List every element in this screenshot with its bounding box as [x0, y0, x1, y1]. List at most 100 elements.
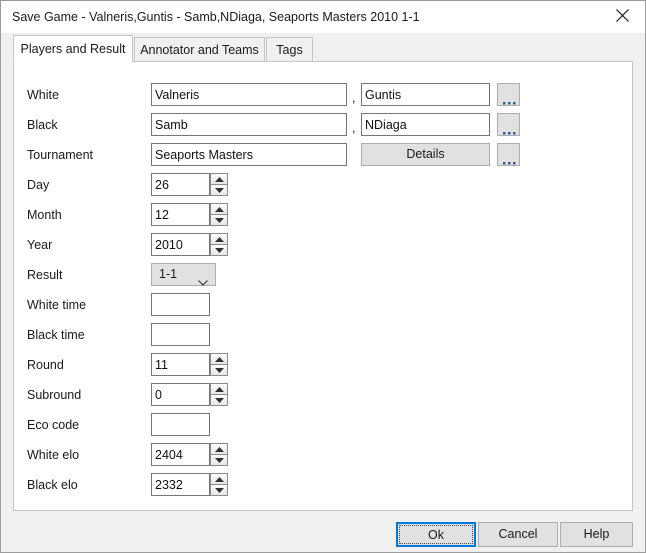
spinner-down-button[interactable]	[210, 184, 228, 196]
tournament-input[interactable]	[151, 143, 347, 166]
tab-annotator-and-teams[interactable]: Annotator and Teams	[134, 37, 265, 63]
spinner-down-button[interactable]	[210, 364, 228, 376]
result-dropdown[interactable]: 1-1	[151, 263, 216, 286]
month-spinner[interactable]	[210, 203, 228, 226]
spinner-up-button[interactable]	[210, 173, 228, 185]
spinner-up-button[interactable]	[210, 383, 228, 395]
white-browse-button[interactable]	[497, 83, 520, 106]
label-white-time: White time	[27, 298, 87, 312]
label-eco-code: Eco code	[27, 418, 80, 432]
form-row-tournament: Tournament Details	[14, 142, 632, 172]
title-bar: Save Game - Valneris,Guntis - Samb,NDiag…	[1, 1, 645, 33]
caret-down-icon	[215, 367, 224, 373]
day-spinner[interactable]	[210, 173, 228, 196]
white-time-input[interactable]	[151, 293, 210, 316]
tab-strip: Players and Result Annotator and Teams T…	[1, 33, 645, 63]
caret-up-icon	[215, 207, 224, 212]
caret-up-icon	[215, 237, 224, 242]
black-lastname-input[interactable]	[151, 113, 347, 136]
cancel-button[interactable]: Cancel	[478, 522, 558, 547]
caret-up-icon	[215, 387, 224, 392]
label-year: Year	[27, 238, 53, 252]
details-label: Details	[406, 147, 445, 161]
players-and-result-panel: White , Black ,	[13, 61, 633, 511]
spinner-down-button[interactable]	[210, 214, 228, 226]
caret-down-icon	[215, 397, 224, 403]
form-row-white: White ,	[14, 82, 632, 112]
spinner-down-button[interactable]	[210, 454, 228, 466]
spinner-down-button[interactable]	[210, 244, 228, 256]
label-month: Month	[27, 208, 62, 222]
result-selected-value: 1-1	[159, 267, 178, 281]
eco-code-input[interactable]	[151, 413, 210, 436]
cancel-label: Cancel	[498, 527, 538, 541]
subround-input[interactable]	[151, 383, 210, 406]
tournament-details-button[interactable]: Details	[361, 143, 490, 166]
spinner-up-button[interactable]	[210, 353, 228, 365]
white-elo-input[interactable]	[151, 443, 210, 466]
form-row-round: Round	[14, 352, 632, 382]
form-row-month: Month	[14, 202, 632, 232]
spinner-up-button[interactable]	[210, 473, 228, 485]
tab-label: Tags	[276, 43, 303, 57]
help-button[interactable]: Help	[560, 522, 633, 547]
label-tournament: Tournament	[27, 148, 94, 162]
black-firstname-input[interactable]	[361, 113, 490, 136]
black-elo-spinner[interactable]	[210, 473, 228, 496]
label-result: Result	[27, 268, 63, 282]
name-separator: ,	[352, 91, 356, 105]
round-spinner[interactable]	[210, 353, 228, 376]
white-lastname-input[interactable]	[151, 83, 347, 106]
label-white-elo: White elo	[27, 448, 80, 462]
ellipsis-icon	[503, 94, 516, 108]
form-row-white-time: White time	[14, 292, 632, 322]
black-browse-button[interactable]	[497, 113, 520, 136]
caret-up-icon	[215, 177, 224, 182]
spinner-up-button[interactable]	[210, 233, 228, 245]
caret-down-icon	[215, 457, 224, 463]
day-input[interactable]	[151, 173, 210, 196]
spinner-up-button[interactable]	[210, 203, 228, 215]
form-row-black: Black ,	[14, 112, 632, 142]
label-round: Round	[27, 358, 64, 372]
close-button[interactable]	[600, 1, 645, 32]
ok-button[interactable]: Ok	[396, 522, 476, 547]
ellipsis-icon	[503, 124, 516, 138]
black-time-input[interactable]	[151, 323, 210, 346]
year-input[interactable]	[151, 233, 210, 256]
white-elo-spinner[interactable]	[210, 443, 228, 466]
tournament-browse-button[interactable]	[497, 143, 520, 166]
caret-up-icon	[215, 357, 224, 362]
form-row-year: Year	[14, 232, 632, 262]
save-game-dialog: Save Game - Valneris,Guntis - Samb,NDiag…	[0, 0, 646, 553]
caret-down-icon	[215, 187, 224, 193]
label-subround: Subround	[27, 388, 82, 402]
tab-label: Annotator and Teams	[140, 43, 259, 57]
label-white: White	[27, 88, 59, 102]
spinner-down-button[interactable]	[210, 394, 228, 406]
tab-tags[interactable]: Tags	[266, 37, 313, 63]
form-row-day: Day	[14, 172, 632, 202]
dialog-footer: Ok Cancel Help	[1, 511, 645, 552]
caret-down-icon	[215, 217, 224, 223]
caret-down-icon	[215, 487, 224, 493]
form-row-eco-code: Eco code	[14, 412, 632, 442]
spinner-down-button[interactable]	[210, 484, 228, 496]
form-row-result: Result 1-1	[14, 262, 632, 292]
black-elo-input[interactable]	[151, 473, 210, 496]
round-input[interactable]	[151, 353, 210, 376]
help-label: Help	[583, 527, 610, 541]
subround-spinner[interactable]	[210, 383, 228, 406]
chevron-down-icon	[198, 273, 208, 291]
name-separator: ,	[352, 121, 356, 135]
ok-label: Ok	[428, 528, 444, 542]
form-row-white-elo: White elo	[14, 442, 632, 472]
year-spinner[interactable]	[210, 233, 228, 256]
label-black-time: Black time	[27, 328, 85, 342]
tab-label: Players and Result	[20, 42, 126, 56]
tab-players-and-result[interactable]: Players and Result	[13, 35, 133, 63]
month-input[interactable]	[151, 203, 210, 226]
ellipsis-icon	[503, 154, 516, 168]
spinner-up-button[interactable]	[210, 443, 228, 455]
white-firstname-input[interactable]	[361, 83, 490, 106]
